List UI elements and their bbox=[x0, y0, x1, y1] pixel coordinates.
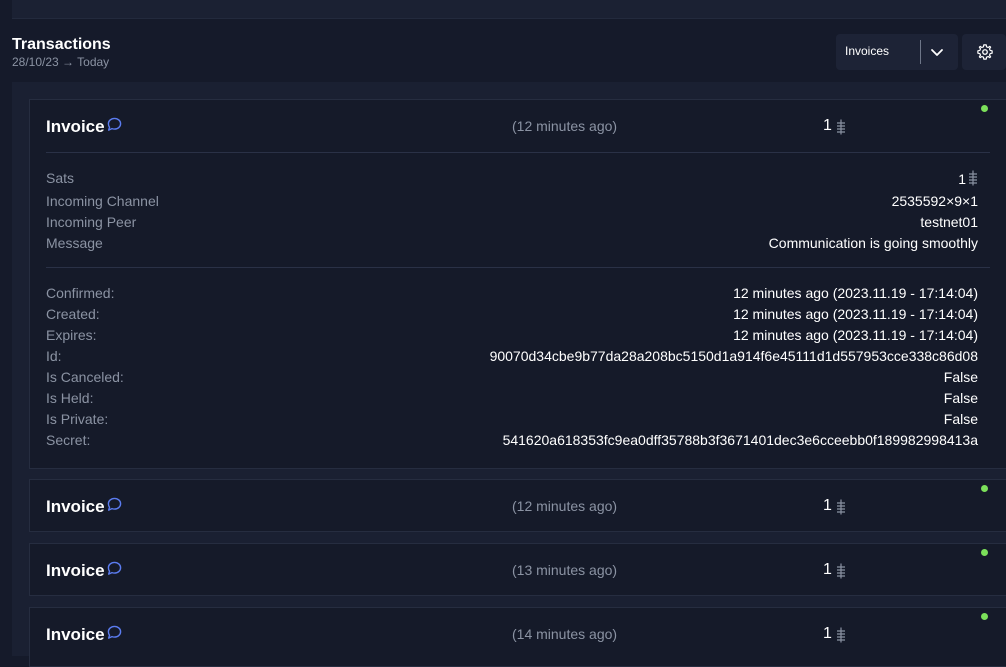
info-label: Secret: bbox=[46, 432, 91, 448]
transaction-card[interactable]: Invoice (12 minutes ago) 1 Sats 1 Incomi… bbox=[29, 99, 1006, 469]
transaction-time: (14 minutes ago) bbox=[512, 626, 618, 642]
chevron-down-icon[interactable] bbox=[928, 43, 946, 61]
transaction-amount: 1 bbox=[823, 117, 832, 134]
transaction-card[interactable]: Invoice (12 minutes ago) 1 bbox=[29, 479, 1006, 532]
sats-icon bbox=[837, 627, 845, 643]
transactions-list: Invoice (12 minutes ago) 1 Sats 1 Incomi… bbox=[12, 82, 1006, 667]
settings-button[interactable] bbox=[962, 34, 1006, 70]
detail-label: Sats bbox=[46, 170, 75, 186]
transaction-card-header[interactable]: Invoice (14 minutes ago) 1 bbox=[30, 608, 1006, 658]
info-value: False bbox=[943, 369, 978, 385]
transaction-card[interactable]: Invoice (13 minutes ago) 1 bbox=[29, 543, 1006, 596]
info-label: Is Canceled: bbox=[46, 369, 124, 385]
transaction-type: Invoice bbox=[46, 561, 105, 580]
info-value: 12 minutes ago (2023.11.19 - 17:14:04) bbox=[733, 327, 978, 343]
status-dot bbox=[981, 105, 988, 112]
message-icon bbox=[107, 625, 122, 639]
sats-icon bbox=[837, 499, 845, 515]
info-label: Is Private: bbox=[46, 411, 109, 427]
transaction-amount: 1 bbox=[823, 561, 832, 578]
page-title: Transactions bbox=[12, 36, 111, 53]
transaction-amount: 1 bbox=[823, 625, 832, 642]
info-label: Id: bbox=[46, 348, 62, 364]
info-row: Confirmed: 12 minutes ago (2023.11.19 - … bbox=[46, 285, 978, 306]
info-value: False bbox=[943, 411, 978, 427]
select-divider bbox=[920, 40, 921, 64]
detail-label: Incoming Channel bbox=[46, 193, 159, 209]
info-value: False bbox=[943, 390, 978, 406]
info-row: Expires: 12 minutes ago (2023.11.19 - 17… bbox=[46, 327, 978, 348]
gear-icon bbox=[977, 44, 993, 60]
status-dot bbox=[981, 549, 988, 556]
info-row: Created: 12 minutes ago (2023.11.19 - 17… bbox=[46, 306, 978, 327]
detail-value: testnet01 bbox=[920, 214, 978, 230]
info-row: Id: 90070d34cbe9b77da28a208bc5150d1a914f… bbox=[46, 348, 978, 369]
transaction-card-header[interactable]: Invoice (13 minutes ago) 1 bbox=[30, 544, 1006, 594]
detail-row: Message Communication is going smoothly bbox=[46, 235, 978, 256]
sats-icon bbox=[969, 170, 977, 186]
details-divider bbox=[46, 152, 990, 153]
sats-icon bbox=[837, 563, 845, 579]
info-value: 12 minutes ago (2023.11.19 - 17:14:04) bbox=[733, 285, 978, 301]
info-label: Confirmed: bbox=[46, 285, 115, 301]
previous-card bbox=[12, 0, 1006, 19]
info-row: Is Private: False bbox=[46, 411, 978, 432]
transaction-type: Invoice bbox=[46, 625, 105, 644]
info-value[interactable]: 90070d34cbe9b77da28a208bc5150d1a914f6e45… bbox=[490, 348, 978, 364]
detail-label: Message bbox=[46, 235, 103, 251]
transactions-header: Transactions 28/10/23 → Today Invoices bbox=[12, 34, 1006, 76]
info-value[interactable]: 541620a618353fc9ea0dff35788b3f3671401dec… bbox=[503, 432, 978, 448]
status-dot bbox=[981, 613, 988, 620]
transaction-type-select[interactable]: Invoices bbox=[836, 34, 958, 70]
detail-value: 2535592×9×1 bbox=[891, 193, 978, 209]
message-icon bbox=[107, 497, 122, 511]
detail-row: Incoming Channel 2535592×9×1 bbox=[46, 193, 978, 214]
detail-row: Incoming Peer testnet01 bbox=[46, 214, 978, 235]
detail-value: 1 bbox=[958, 170, 978, 187]
transaction-card[interactable]: Invoice (14 minutes ago) 1 bbox=[29, 607, 1006, 667]
transaction-time: (12 minutes ago) bbox=[512, 118, 618, 134]
date-range[interactable]: 28/10/23 → Today bbox=[12, 55, 109, 69]
transaction-time: (12 minutes ago) bbox=[512, 498, 618, 514]
transaction-card-header[interactable]: Invoice (12 minutes ago) 1 bbox=[30, 100, 1006, 150]
detail-row: Sats 1 bbox=[46, 170, 978, 191]
info-label: Is Held: bbox=[46, 390, 94, 406]
info-label: Created: bbox=[46, 306, 100, 322]
info-row: Secret: 541620a618353fc9ea0dff35788b3f36… bbox=[46, 432, 978, 453]
select-value: Invoices bbox=[845, 44, 890, 58]
transaction-time: (13 minutes ago) bbox=[512, 562, 618, 578]
info-row: Is Canceled: False bbox=[46, 369, 978, 390]
detail-label: Incoming Peer bbox=[46, 214, 137, 230]
info-divider bbox=[46, 267, 990, 268]
sats-icon bbox=[837, 119, 845, 135]
transaction-amount: 1 bbox=[823, 497, 832, 514]
transaction-type: Invoice bbox=[46, 117, 105, 136]
info-row: Is Held: False bbox=[46, 390, 978, 411]
message-icon bbox=[107, 561, 122, 575]
sats-value: 1 bbox=[958, 171, 966, 187]
transaction-card-header[interactable]: Invoice (12 minutes ago) 1 bbox=[30, 480, 1006, 530]
status-dot bbox=[981, 485, 988, 492]
info-value: 12 minutes ago (2023.11.19 - 17:14:04) bbox=[733, 306, 978, 322]
detail-value: Communication is going smoothly bbox=[768, 235, 978, 251]
message-icon bbox=[107, 117, 122, 131]
info-label: Expires: bbox=[46, 327, 97, 343]
transaction-type: Invoice bbox=[46, 497, 105, 516]
